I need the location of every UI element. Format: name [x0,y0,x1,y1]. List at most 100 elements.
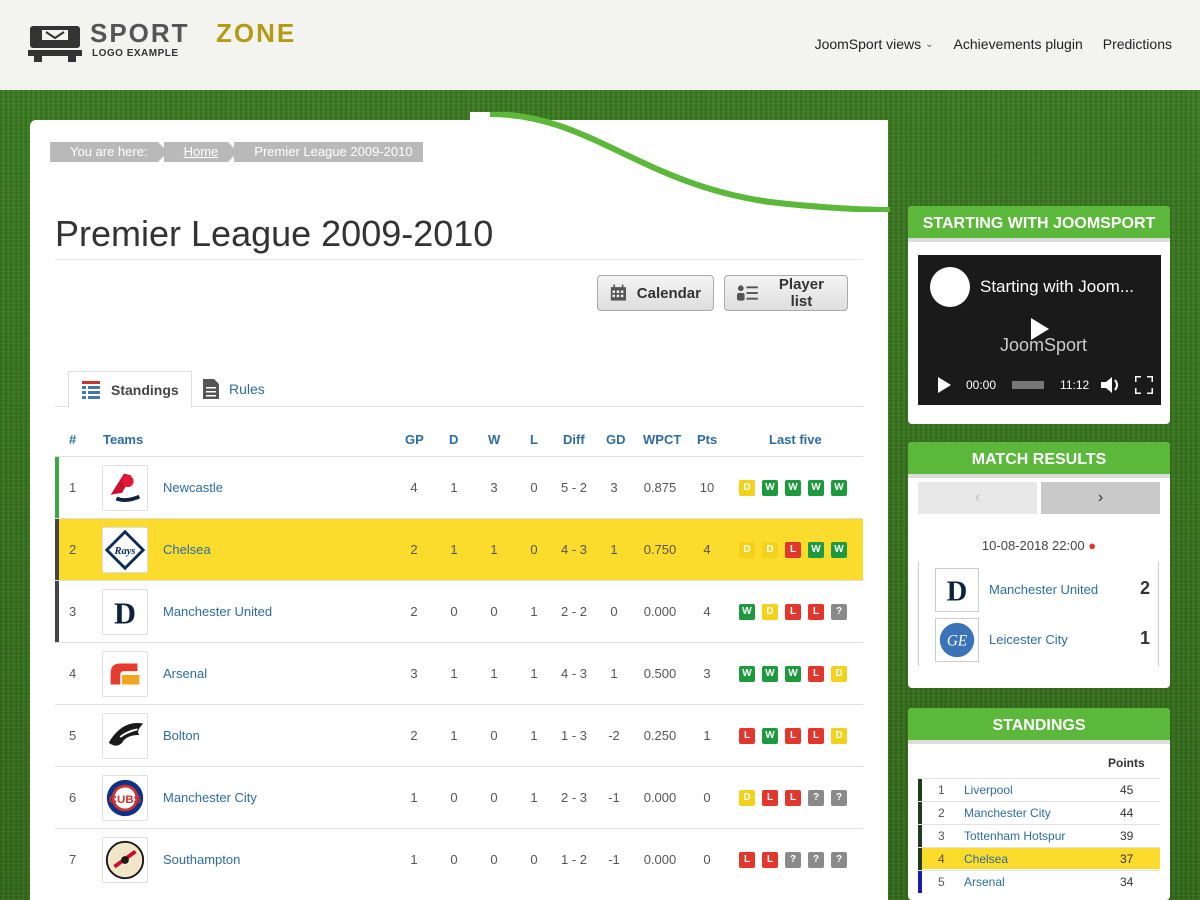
result-badge[interactable]: L [785,728,801,744]
result-badge[interactable]: W [808,542,824,558]
result-badge[interactable]: ? [808,790,824,806]
table-row[interactable]: 4 Arsenal 3 1 1 1 4 - 3 1 0.500 3 W W W L D [55,642,863,704]
row-team-name[interactable]: Manchester City [163,767,257,829]
play-overlay-icon[interactable] [1031,318,1049,340]
col-d[interactable]: D [449,432,458,447]
result-badge[interactable]: W [785,666,801,682]
result-badge[interactable]: D [762,542,778,558]
fullscreen-icon[interactable] [1135,376,1154,394]
result-badge[interactable]: L [808,728,824,744]
result-badge[interactable]: L [785,542,801,558]
table-row[interactable]: 2 Rays Chelsea 2 1 1 0 4 - 3 1 0.750 4 D D L W W [55,518,863,581]
tab-rules-label: Rules [229,381,265,397]
play-icon[interactable] [936,377,952,393]
result-badge[interactable]: W [739,604,755,620]
prev-match-button[interactable]: ‹ [918,482,1037,514]
result-badge[interactable]: W [831,480,847,496]
result-badge[interactable]: ? [808,852,824,868]
result-badge[interactable]: W [831,542,847,558]
result-badge[interactable]: ? [831,790,847,806]
col-rank[interactable]: # [69,432,76,447]
result-badge[interactable]: L [739,728,755,744]
result-badge[interactable]: ? [831,604,847,620]
player-list-button[interactable]: Player list [724,275,848,311]
widget-row-team[interactable]: Manchester City [964,806,1051,820]
result-badge[interactable]: L [739,852,755,868]
widget-row-team[interactable]: Tottenham Hotspur [964,829,1065,843]
col-w[interactable]: W [488,432,500,447]
row-team-name[interactable]: Bolton [163,705,200,767]
result-badge[interactable]: W [808,480,824,496]
match-away-team[interactable]: GE Leicester City 1 [935,618,1150,662]
video-progress-bar[interactable] [1012,381,1045,389]
col-gp[interactable]: GP [405,432,424,447]
table-row[interactable]: 3 D Manchester United 2 0 0 1 2 - 2 0 0.000 4 W D L L? [55,580,863,643]
nav-joomsport-views[interactable]: JoomSport views ⌄ [815,36,934,52]
table-row[interactable]: 7 Southampton 1 0 0 0 1 - 2 -1 0.000 0 L L??? [55,828,863,890]
table-row[interactable]: 5 Bolton 2 1 0 1 1 - 3 -2 0.250 1 L W L L D [55,704,863,766]
result-badge[interactable]: L [785,790,801,806]
row-team-name[interactable]: Manchester United [163,581,272,643]
next-match-button[interactable]: › [1041,482,1160,514]
volume-icon[interactable] [1101,376,1121,394]
result-badge[interactable]: L [808,604,824,620]
team-logo-icon: D [102,589,148,635]
result-badge[interactable]: W [739,666,755,682]
widget-row-rank: 5 [938,875,945,889]
row-team-name[interactable]: Chelsea [163,519,211,581]
calendar-button[interactable]: Calendar [597,275,714,311]
widget-row-team[interactable]: Chelsea [964,852,1008,866]
result-badge[interactable]: W [785,480,801,496]
standings-widget-row[interactable]: 1 Liverpool 45 [918,778,1160,801]
result-badge[interactable]: D [762,604,778,620]
col-diff[interactable]: Diff [563,432,585,447]
result-badge[interactable]: D [831,728,847,744]
row-team-name[interactable]: Southampton [163,829,240,891]
row-l: 0 [530,542,538,557]
result-badge[interactable]: L [762,790,778,806]
svg-text:GE: GE [947,633,968,650]
location-pin-icon[interactable]: ● [1088,538,1096,553]
result-badge[interactable]: L [785,604,801,620]
col-wpct[interactable]: WPCT [643,432,681,447]
result-badge[interactable]: L [762,852,778,868]
result-badge[interactable]: ? [785,852,801,868]
result-badge[interactable]: D [739,790,755,806]
row-diff: 5 - 2 [560,480,587,495]
widget-row-team[interactable]: Liverpool [964,783,1013,797]
video-widget-title: STARTING WITH JOOMSPORT [908,206,1170,242]
widget-row-rank: 1 [938,783,945,797]
table-row[interactable]: 1 Newcastle 4 1 3 0 5 - 2 3 0.875 10 D W W W W [55,456,863,519]
tab-rules[interactable]: Rules [191,371,277,407]
result-badge[interactable]: D [739,480,755,496]
video-player[interactable]: Starting with Joom... JoomSport 00:00 11… [918,255,1161,405]
header-swoosh-decoration [470,112,890,212]
col-teams[interactable]: Teams [103,432,143,447]
row-team-name[interactable]: Arsenal [163,643,207,705]
result-badge[interactable]: W [762,728,778,744]
row-status-bar [918,779,922,801]
standings-widget-row[interactable]: 3 Tottenham Hotspur 39 [918,824,1160,847]
nav-achievements[interactable]: Achievements plugin [954,36,1083,52]
col-l[interactable]: L [530,432,538,447]
row-d: 1 [450,542,458,557]
match-home-team[interactable]: D Manchester United 2 [935,568,1150,612]
site-logo[interactable]: SPORT ZONE LOGO EXAMPLE [28,18,318,64]
standings-widget-row[interactable]: 5 Arsenal 34 [918,870,1160,893]
standings-widget-row[interactable]: 4 Chelsea 37 [918,847,1160,870]
nav-predictions[interactable]: Predictions [1103,36,1172,52]
breadcrumb-home-link[interactable]: Home [184,144,219,159]
widget-row-team[interactable]: Arsenal [964,875,1005,889]
tab-standings[interactable]: Standings [68,371,192,408]
result-badge[interactable]: ? [831,852,847,868]
col-pts[interactable]: Pts [697,432,717,447]
result-badge[interactable]: D [739,542,755,558]
row-team-name[interactable]: Newcastle [163,457,223,519]
standings-widget-row[interactable]: 2 Manchester City 44 [918,801,1160,824]
col-gd[interactable]: GD [606,432,626,447]
result-badge[interactable]: W [762,666,778,682]
result-badge[interactable]: L [808,666,824,682]
result-badge[interactable]: D [831,666,847,682]
table-row[interactable]: 6 CUBS Manchester City 1 0 0 1 2 - 3 -1 0.000 0 D L L… [55,766,863,828]
result-badge[interactable]: W [762,480,778,496]
